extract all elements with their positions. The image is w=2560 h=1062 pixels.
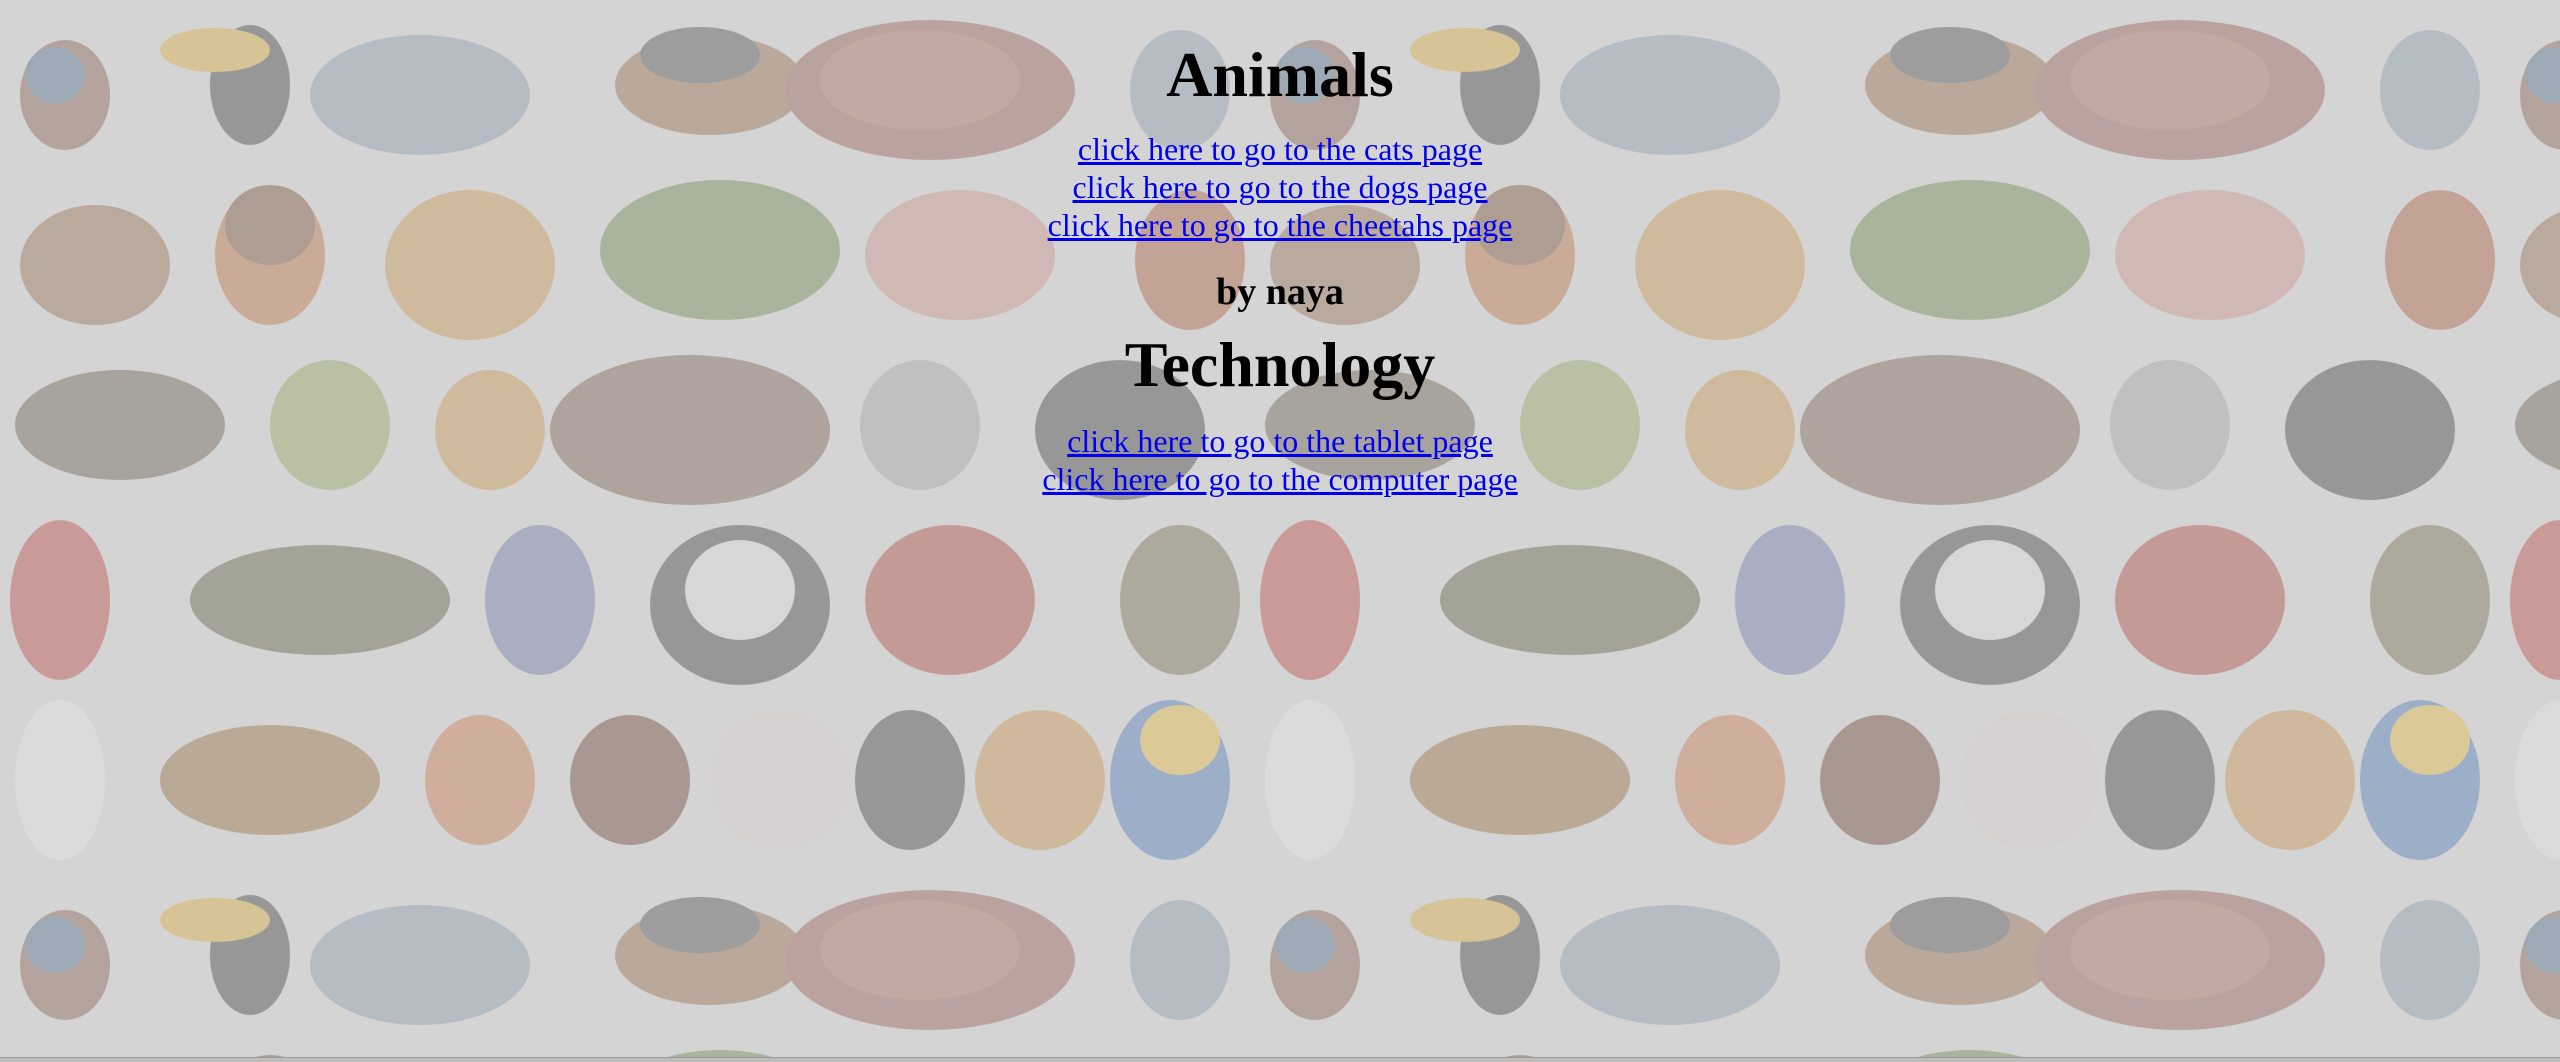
computer-page-link[interactable]: click here to go to the computer page: [0, 460, 2560, 498]
tablet-page-link[interactable]: click here to go to the tablet page: [0, 422, 2560, 460]
cats-page-link[interactable]: click here to go to the cats page: [0, 130, 2560, 168]
animals-section: Animals click here to go to the cats pag…: [0, 0, 2560, 314]
dogs-page-link[interactable]: click here to go to the dogs page: [0, 168, 2560, 206]
bottom-edge-bar: [0, 1057, 2560, 1062]
animals-heading: Animals: [1166, 39, 1394, 110]
technology-section: Technology click here to go to the table…: [0, 314, 2560, 498]
technology-heading: Technology: [1124, 329, 1436, 400]
page-content: Animals click here to go to the cats pag…: [0, 0, 2560, 498]
author-byline: by naya: [1216, 271, 1344, 313]
cheetahs-page-link[interactable]: click here to go to the cheetahs page: [0, 206, 2560, 244]
